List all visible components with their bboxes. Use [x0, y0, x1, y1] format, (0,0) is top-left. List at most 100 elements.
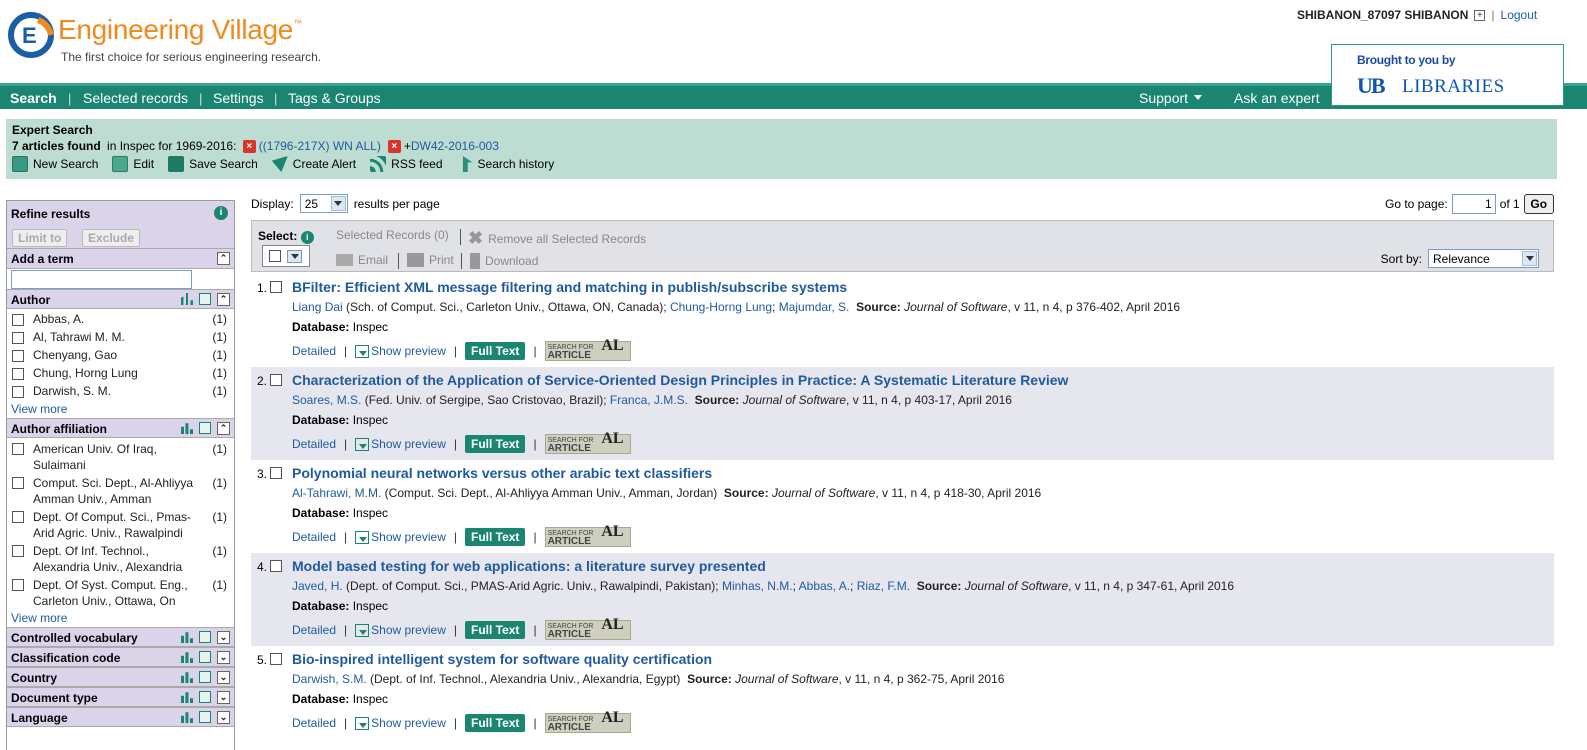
author-facet-header[interactable]: Author ⌃ [7, 289, 234, 309]
author-link[interactable]: Franca, J.M.S. [610, 393, 688, 407]
detailed-link[interactable]: Detailed [292, 716, 336, 730]
view-more-authors-link[interactable]: View more [7, 402, 234, 418]
export-icon[interactable] [199, 651, 211, 663]
export-icon[interactable] [199, 711, 211, 723]
search-history-button[interactable]: Search history [457, 156, 554, 172]
view-more-affiliations-link[interactable]: View more [7, 611, 234, 627]
detailed-link[interactable]: Detailed [292, 530, 336, 544]
full-text-button[interactable]: Full Text [464, 342, 526, 360]
facet-checkbox[interactable] [12, 477, 24, 489]
affiliation-facet-item[interactable]: American Univ. Of Iraq, Sulaimani (1) [7, 441, 234, 475]
author-link[interactable]: Riaz, F.M. [857, 579, 910, 593]
facet-header[interactable]: Country ⌄ [7, 667, 234, 687]
search-term-2[interactable]: DW42-2016-003 [411, 139, 499, 153]
limit-to-button[interactable]: Limit to [12, 229, 68, 247]
affiliation-facet-header[interactable]: Author affiliation ⌃ [7, 418, 234, 438]
full-text-button[interactable]: Full Text [464, 714, 526, 732]
go-button[interactable]: Go [1523, 194, 1554, 214]
author-link[interactable]: Darwish, S.M. [292, 672, 367, 686]
result-title-link[interactable]: Model based testing for web applications… [292, 558, 766, 574]
collapse-icon[interactable]: ⌃ [217, 293, 230, 306]
author-facet-item[interactable]: Darwish, S. M. (1) [7, 384, 234, 402]
logout-link[interactable]: Logout [1501, 8, 1538, 22]
result-checkbox[interactable] [270, 653, 282, 665]
author-link[interactable]: Liang Dai [292, 300, 343, 314]
nav-ask-expert[interactable]: Ask an expert [1234, 90, 1320, 106]
expand-icon[interactable]: ⌄ [217, 711, 230, 724]
facet-header[interactable]: Classification code ⌄ [7, 647, 234, 667]
search-for-article-button[interactable]: SEARCH FOR ARTICLE AL [544, 617, 631, 640]
author-facet-item[interactable]: Al, Tahrawi M. M. (1) [7, 330, 234, 348]
info-icon[interactable]: i [300, 231, 314, 244]
facet-checkbox[interactable] [12, 368, 24, 380]
facet-checkbox[interactable] [12, 386, 24, 398]
facet-checkbox[interactable] [12, 332, 24, 344]
facet-header[interactable]: Language ⌄ [7, 707, 234, 727]
search-for-article-button[interactable]: SEARCH FOR ARTICLE AL [544, 431, 631, 454]
email-button[interactable]: Email [336, 253, 388, 267]
result-title-link[interactable]: BFilter: Efficient XML message filtering… [292, 279, 847, 295]
chart-icon[interactable] [181, 293, 193, 305]
search-term-1[interactable]: ((1796-217X) WN ALL) [259, 139, 381, 153]
chevron-down-icon[interactable] [287, 249, 302, 263]
facet-checkbox[interactable] [12, 314, 24, 326]
affiliation-facet-item[interactable]: Dept. Of Comput. Sci., Pmas-Arid Agric. … [7, 509, 234, 543]
select-all-dropdown[interactable] [262, 245, 310, 267]
nav-settings[interactable]: Settings [213, 90, 264, 106]
author-link[interactable]: Al-Tahrawi, M.M. [292, 486, 381, 500]
info-icon[interactable]: i [214, 206, 228, 220]
export-icon[interactable] [199, 422, 211, 434]
expand-icon[interactable]: ⌄ [217, 631, 230, 644]
search-for-article-button[interactable]: SEARCH FOR ARTICLE AL [544, 524, 631, 547]
chart-icon[interactable] [181, 652, 193, 663]
remove-term-icon[interactable]: × [242, 139, 256, 153]
expand-icon[interactable]: ⌄ [217, 671, 230, 684]
full-text-button[interactable]: Full Text [464, 435, 526, 453]
detailed-link[interactable]: Detailed [292, 623, 336, 637]
nav-tags-groups[interactable]: Tags & Groups [288, 90, 381, 106]
download-button[interactable]: Download [470, 253, 538, 269]
collapse-icon[interactable]: ⌃ [217, 252, 230, 265]
author-facet-item[interactable]: Chung, Horng Lung (1) [7, 366, 234, 384]
result-title-link[interactable]: Polynomial neural networks versus other … [292, 465, 712, 481]
result-checkbox[interactable] [270, 281, 282, 293]
author-link[interactable]: Abbas, A. [799, 579, 850, 593]
affiliation-facet-item[interactable]: Comput. Sci. Dept., Al-Ahliyya Amman Uni… [7, 475, 234, 509]
show-preview-link[interactable]: Show preview [355, 623, 446, 638]
export-icon[interactable] [199, 671, 211, 683]
nav-selected-records[interactable]: Selected records [83, 90, 188, 106]
show-preview-link[interactable]: Show preview [355, 530, 446, 545]
search-for-article-button[interactable]: SEARCH FOR ARTICLE AL [544, 710, 631, 733]
result-title-link[interactable]: Bio-inspired intelligent system for soft… [292, 651, 712, 667]
facet-header[interactable]: Document type ⌄ [7, 687, 234, 707]
facet-checkbox[interactable] [12, 443, 24, 455]
author-link[interactable]: Soares, M.S. [292, 393, 361, 407]
chart-icon[interactable] [181, 692, 193, 703]
page-input[interactable]: 1 [1451, 194, 1496, 214]
author-link[interactable]: Minhas, N.M. [722, 579, 793, 593]
remove-all-button[interactable]: ✖ Remove all Selected Records [468, 228, 646, 249]
create-alert-button[interactable]: Create Alert [271, 156, 356, 172]
facet-header[interactable]: Controlled vocabulary ⌄ [7, 627, 234, 647]
detailed-link[interactable]: Detailed [292, 344, 336, 358]
author-link[interactable]: Majumdar, S. [779, 300, 850, 314]
facet-checkbox[interactable] [12, 579, 24, 591]
chart-icon[interactable] [181, 632, 193, 643]
expand-user-icon[interactable]: + [1474, 9, 1486, 21]
result-title-link[interactable]: Characterization of the Application of S… [292, 372, 1068, 388]
author-link[interactable]: Javed, H. [292, 579, 343, 593]
full-text-button[interactable]: Full Text [464, 621, 526, 639]
author-facet-item[interactable]: Chenyang, Gao (1) [7, 348, 234, 366]
search-for-article-button[interactable]: SEARCH FOR ARTICLE AL [544, 338, 631, 361]
exclude-button[interactable]: Exclude [82, 229, 141, 247]
print-button[interactable]: Print [407, 253, 454, 267]
nav-support[interactable]: Support [1139, 90, 1203, 106]
show-preview-link[interactable]: Show preview [355, 437, 446, 452]
sort-select[interactable]: Relevance [1428, 249, 1539, 268]
remove-term-icon[interactable]: × [387, 139, 401, 153]
nav-search[interactable]: Search [10, 90, 57, 106]
expand-icon[interactable]: ⌄ [217, 651, 230, 664]
author-link[interactable]: Chung-Horng Lung [670, 300, 772, 314]
expand-icon[interactable]: ⌄ [217, 691, 230, 704]
collapse-icon[interactable]: ⌃ [217, 422, 230, 435]
